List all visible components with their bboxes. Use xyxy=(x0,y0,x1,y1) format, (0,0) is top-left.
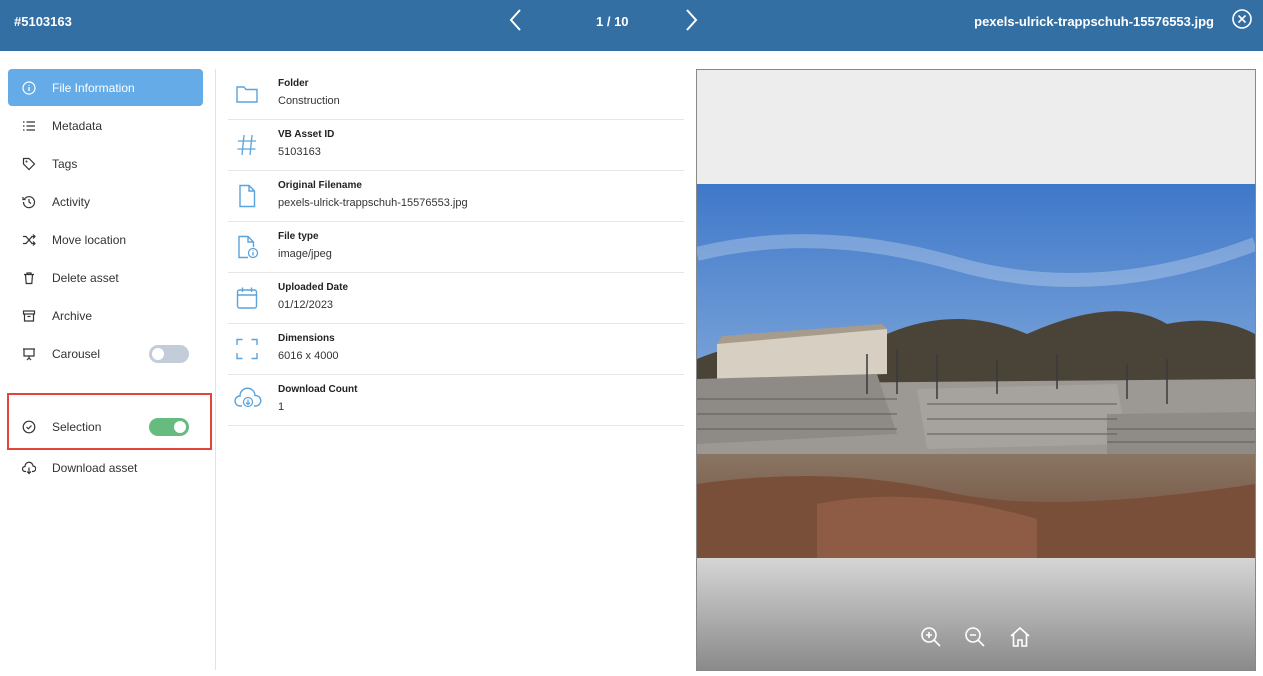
viewer-header: #5103163 1 / 10 pexels-ulrick-trappschuh… xyxy=(0,0,1263,51)
sidebar-item-label: File Information xyxy=(52,80,135,95)
info-icon xyxy=(21,80,37,96)
list-icon xyxy=(21,118,37,134)
toggle-knob xyxy=(174,421,186,433)
preview-backdrop xyxy=(697,557,1255,670)
info-label: Original Filename xyxy=(278,180,362,191)
carousel-toggle[interactable] xyxy=(149,345,189,363)
header-filename: pexels-ulrick-trappschuh-15576553.jpg xyxy=(974,14,1214,29)
info-value: Construction xyxy=(278,95,340,107)
sidebar-item-activity[interactable]: Activity xyxy=(8,183,203,220)
info-row-original-filename: Original Filename pexels-ulrick-trappsch… xyxy=(228,171,684,222)
archive-icon xyxy=(21,308,37,324)
sidebar-item-carousel[interactable]: Carousel xyxy=(8,335,203,372)
sidebar-item-label: Move location xyxy=(52,232,127,247)
sidebar-item-label: Download asset xyxy=(52,460,138,475)
info-label: Download Count xyxy=(278,384,358,395)
sidebar-item-label: Archive xyxy=(52,308,93,323)
sidebar-item-label: Activity xyxy=(52,194,91,209)
info-value: 5103163 xyxy=(278,146,321,158)
next-arrow-icon[interactable] xyxy=(681,8,701,32)
file-info-panel: Folder Construction VB Asset ID 5103163 … xyxy=(228,69,684,426)
cloud-download-icon xyxy=(234,387,262,413)
asset-id: #5103163 xyxy=(14,14,72,29)
trash-icon xyxy=(21,270,37,286)
sidebar-item-delete-asset[interactable]: Delete asset xyxy=(8,259,203,296)
sidebar-item-move-location[interactable]: Move location xyxy=(8,221,203,258)
image-preview[interactable] xyxy=(696,69,1256,671)
info-value: 6016 x 4000 xyxy=(278,350,339,362)
cloud-download-icon xyxy=(21,460,37,476)
selection-toggle[interactable] xyxy=(149,418,189,436)
info-label: VB Asset ID xyxy=(278,129,335,140)
presentation-icon xyxy=(21,346,37,362)
sidebar-item-file-information[interactable]: File Information xyxy=(8,69,203,106)
info-label: File type xyxy=(278,231,319,242)
sidebar-item-label: Selection xyxy=(52,419,102,434)
info-row-asset-id: VB Asset ID 5103163 xyxy=(228,120,684,171)
shuffle-icon xyxy=(21,232,37,248)
folder-icon xyxy=(234,81,260,107)
check-circle-icon xyxy=(21,419,37,435)
close-icon[interactable] xyxy=(1232,9,1252,29)
info-row-folder: Folder Construction xyxy=(228,69,684,120)
info-value: 01/12/2023 xyxy=(278,299,334,311)
pager: 1 / 10 xyxy=(596,14,629,29)
sidebar-item-label: Delete asset xyxy=(52,270,119,285)
calendar-icon xyxy=(234,285,260,311)
info-row-dimensions: Dimensions 6016 x 4000 xyxy=(228,324,684,375)
previous-arrow-icon[interactable] xyxy=(506,8,526,32)
sidebar-item-tags[interactable]: Tags xyxy=(8,145,203,182)
zoom-in-icon[interactable] xyxy=(919,625,943,649)
sidebar-item-archive[interactable]: Archive xyxy=(8,297,203,334)
info-label: Folder xyxy=(278,78,309,89)
history-icon xyxy=(21,194,37,210)
info-label: Uploaded Date xyxy=(278,282,349,293)
zoom-out-icon[interactable] xyxy=(963,625,987,649)
info-row-file-type: File type image/jpeg xyxy=(228,222,684,273)
sidebar-item-metadata[interactable]: Metadata xyxy=(8,107,203,144)
info-label: Dimensions xyxy=(278,333,335,344)
file-icon xyxy=(234,183,260,209)
asset-photo xyxy=(697,184,1255,558)
sidebar-item-label: Metadata xyxy=(52,118,103,133)
sidebar-item-selection[interactable]: Selection xyxy=(8,408,203,445)
sidebar-item-label: Carousel xyxy=(52,346,101,361)
home-icon[interactable] xyxy=(1008,625,1032,649)
file-info-icon xyxy=(234,234,260,260)
sidebar-divider xyxy=(215,69,216,670)
info-value: 1 xyxy=(278,401,285,413)
toggle-knob xyxy=(152,348,164,360)
sidebar-item-label: Tags xyxy=(52,156,78,171)
info-value: pexels-ulrick-trappschuh-15576553.jpg xyxy=(278,197,468,209)
dimensions-icon xyxy=(234,336,260,362)
zoom-toolbar xyxy=(697,625,1255,649)
sidebar-item-download-asset[interactable]: Download asset xyxy=(8,449,203,486)
info-value: image/jpeg xyxy=(278,248,332,260)
info-row-download-count: Download Count 1 xyxy=(228,375,684,426)
hash-icon xyxy=(234,132,260,158)
tag-icon xyxy=(21,156,37,172)
info-row-uploaded-date: Uploaded Date 01/12/2023 xyxy=(228,273,684,324)
